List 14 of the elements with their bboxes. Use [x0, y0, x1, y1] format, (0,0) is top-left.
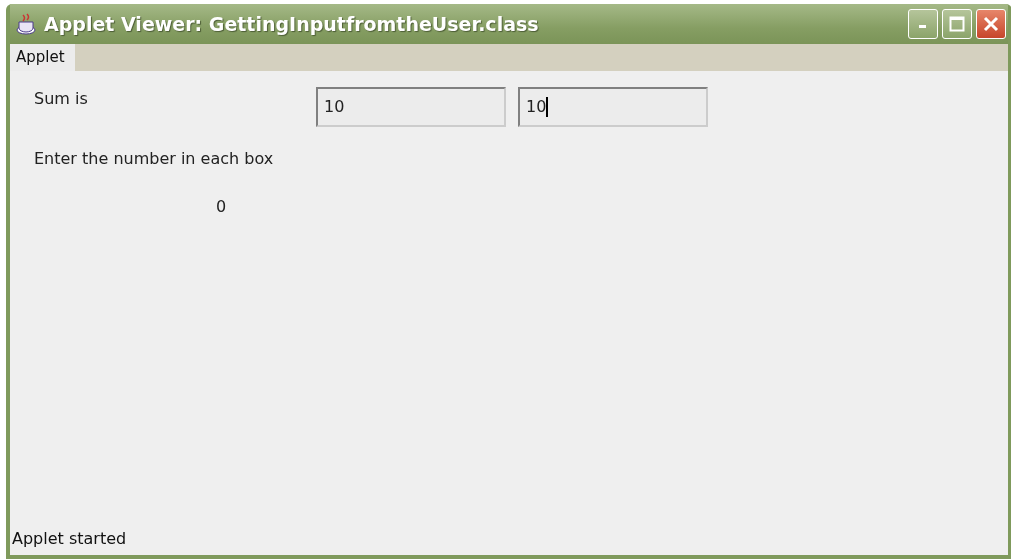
sum-label: Sum is	[34, 88, 89, 110]
maximize-button[interactable]	[942, 9, 972, 39]
instruction-text: Enter the number in each box	[34, 149, 274, 168]
cup-icon	[14, 12, 38, 36]
window-title: Applet Viewer: GettingInputfromtheUser.class	[44, 11, 539, 37]
close-icon	[982, 15, 1000, 33]
menu-item[interactable]: Applet	[10, 44, 75, 71]
close-button[interactable]	[976, 9, 1006, 39]
status-text: Applet started	[12, 529, 127, 548]
maximize-icon	[949, 16, 965, 32]
input-field[interactable]: 10	[316, 87, 506, 127]
input-field[interactable]: 10	[518, 87, 708, 127]
minimize-button[interactable]	[908, 9, 938, 39]
result-text: 0	[216, 197, 227, 216]
